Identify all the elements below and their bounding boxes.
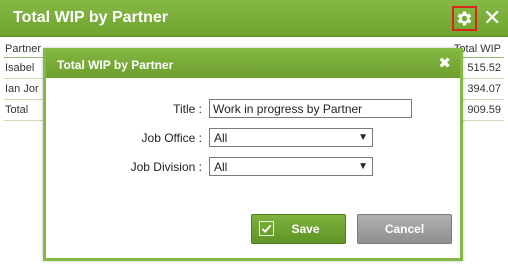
widget-title: Total WIP by Partner: [13, 9, 168, 26]
save-label: Save: [291, 222, 320, 236]
total-value: 909.59: [467, 104, 501, 116]
total-label: Total: [5, 104, 29, 116]
job-office-label: Job Office :: [141, 131, 202, 145]
widget-header: Total WIP by Partner ✕: [0, 0, 508, 37]
job-division-select[interactable]: All ▼: [209, 157, 373, 176]
wip-value: 515.52: [467, 62, 501, 74]
dialog-title: Total WIP by Partner: [57, 58, 174, 72]
wip-value: 394.07: [467, 83, 501, 95]
close-icon[interactable]: ✕: [483, 7, 501, 29]
partner-name: Isabel: [5, 62, 35, 74]
settings-dialog: Total WIP by Partner ✖ Title : Job Offic…: [43, 48, 463, 261]
settings-button[interactable]: [452, 6, 477, 31]
title-input[interactable]: [209, 99, 412, 118]
job-division-label: Job Division :: [130, 160, 202, 174]
job-office-select[interactable]: All ▼: [209, 128, 373, 147]
title-label: Title :: [173, 102, 202, 116]
dialog-close-icon[interactable]: ✖: [438, 56, 451, 71]
column-header-partner: Partner: [5, 43, 42, 55]
job-division-value: All: [214, 160, 228, 174]
dialog-header: Total WIP by Partner ✖: [46, 51, 460, 78]
cancel-button[interactable]: Cancel: [357, 214, 452, 244]
partner-name: Ian Jor: [5, 83, 39, 95]
job-office-value: All: [214, 131, 228, 145]
checkmark-icon: [259, 221, 274, 236]
gear-icon: [457, 11, 472, 26]
cancel-label: Cancel: [384, 222, 425, 236]
dropdown-arrow-icon: ▼: [358, 161, 368, 172]
dropdown-arrow-icon: ▼: [358, 132, 368, 143]
save-button[interactable]: Save: [251, 214, 346, 244]
